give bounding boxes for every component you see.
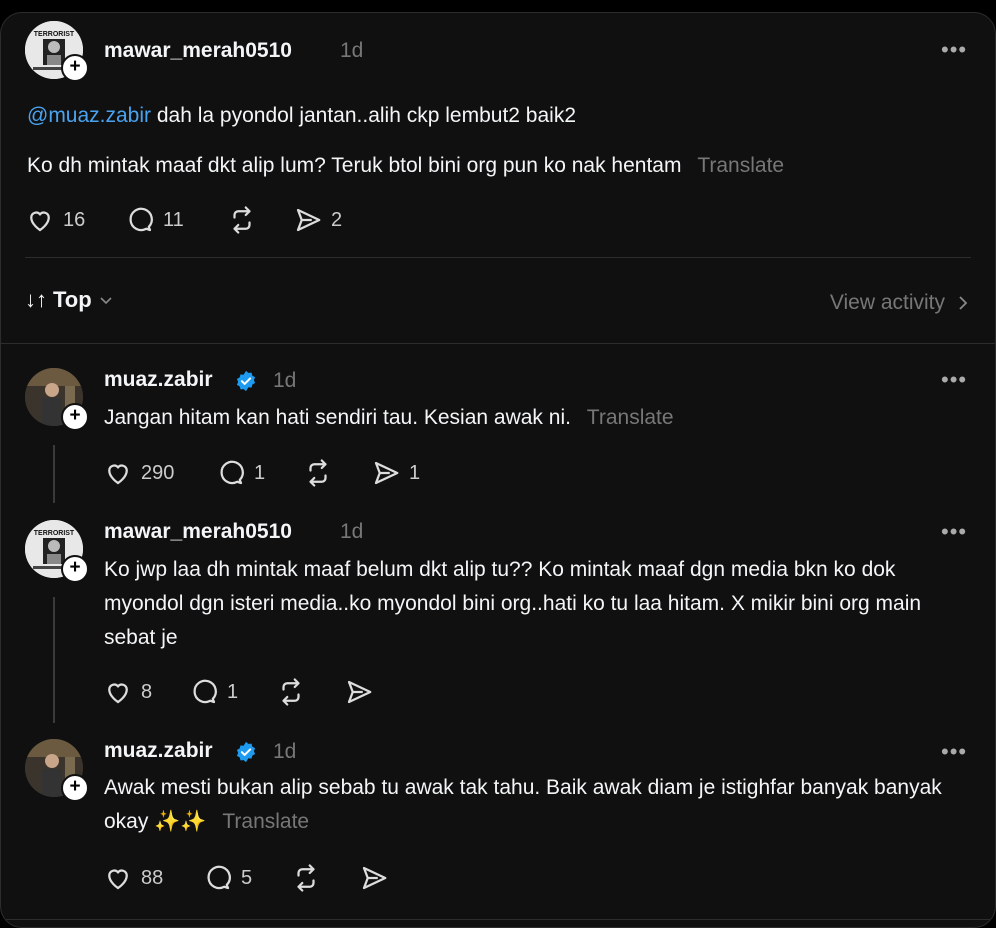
repost-button[interactable] (303, 458, 333, 488)
repost-button[interactable] (227, 205, 257, 235)
like-button[interactable]: 16 (25, 205, 85, 235)
translate-link[interactable]: Translate (222, 810, 309, 833)
share-count: 1 (409, 461, 421, 484)
post-username[interactable]: mawar_merah0510 (104, 39, 292, 63)
reply-username[interactable]: muaz.zabir (104, 368, 213, 392)
verified-badge-icon (236, 741, 256, 763)
reply-time: 1d (340, 520, 364, 543)
reply-body: Ko jwp laa dh mintak maaf belum dkt alip… (104, 558, 922, 649)
send-icon (374, 461, 399, 485)
repost-icon (282, 678, 300, 706)
sort-label: Top (53, 287, 92, 312)
follow-plus-icon[interactable]: + (61, 54, 89, 82)
translate-link[interactable]: Translate (587, 406, 674, 429)
chevron-down-icon (100, 297, 112, 305)
more-options-icon[interactable]: ••• (941, 519, 967, 545)
heart-icon (108, 869, 128, 890)
thread-line (53, 445, 55, 503)
repost-button[interactable] (291, 863, 321, 893)
mention-link[interactable]: @muaz.zabir (27, 104, 151, 127)
comment-icon (207, 865, 231, 890)
view-activity-label: View activity (829, 291, 945, 314)
more-options-icon[interactable]: ••• (941, 37, 967, 63)
reply-text: Ko jwp laa dh mintak maaf belum dkt alip… (104, 553, 964, 655)
like-count: 88 (141, 866, 164, 889)
reply-button[interactable]: 5 (203, 863, 252, 893)
send-icon (296, 208, 321, 232)
reply-time: 1d (273, 740, 297, 763)
like-count: 8 (141, 680, 153, 703)
comment-icon (220, 460, 244, 485)
repost-button[interactable] (276, 677, 306, 707)
avatar-logo-text: TERRORIST (34, 530, 75, 537)
share-button[interactable] (359, 863, 389, 893)
share-button[interactable]: 2 (293, 205, 342, 235)
reply-count: 1 (254, 461, 266, 484)
heart-icon (108, 464, 128, 485)
follow-plus-icon[interactable]: + (61, 403, 89, 431)
send-icon (347, 680, 372, 704)
post-text-1: dah la pyondol jantan..alih ckp lembut2 … (156, 104, 576, 127)
heart-icon (108, 683, 128, 704)
share-button[interactable]: 1 (371, 458, 420, 488)
repost-icon (297, 864, 315, 892)
like-count: 290 (141, 461, 175, 484)
translate-link[interactable]: Translate (697, 154, 784, 177)
repost-icon (233, 206, 251, 234)
like-count: 16 (63, 208, 86, 231)
follow-plus-icon[interactable]: + (61, 555, 89, 583)
view-activity-link[interactable]: View activity (830, 291, 969, 315)
comment-icon (193, 679, 217, 704)
divider (1, 343, 995, 344)
follow-plus-icon[interactable]: + (61, 774, 89, 802)
thread-card: TERRORIST + mawar_merah0510 1d ••• @muaz… (0, 12, 996, 928)
chevron-right-icon (959, 296, 968, 310)
share-button[interactable] (344, 677, 374, 707)
reply-count: 5 (241, 866, 253, 889)
send-icon (362, 866, 387, 890)
reply-button[interactable]: 1 (216, 458, 265, 488)
avatar-logo-text: TERRORIST (34, 31, 75, 38)
repost-icon (309, 459, 327, 487)
reply-time: 1d (273, 369, 297, 392)
reply-count: 1 (227, 680, 239, 703)
more-options-icon[interactable]: ••• (941, 739, 967, 765)
post-text-2: Ko dh mintak maaf dkt alip lum? Teruk bt… (27, 154, 682, 177)
more-options-icon[interactable]: ••• (941, 367, 967, 393)
divider (1, 919, 995, 920)
reply-button[interactable]: 1 (189, 677, 238, 707)
sort-arrows-icon: ↓↑ (25, 287, 47, 312)
reply-username[interactable]: muaz.zabir (104, 739, 213, 763)
reply-body: Jangan hitam kan hati sendiri tau. Kesia… (104, 406, 571, 429)
like-button[interactable]: 290 (103, 458, 174, 488)
post-text-line2: Ko dh mintak maaf dkt alip lum? Teruk bt… (27, 149, 784, 183)
like-button[interactable]: 8 (103, 677, 152, 707)
comment-icon (129, 207, 153, 232)
thread-line (53, 597, 55, 723)
post-text-line1: @muaz.zabir dah la pyondol jantan..alih … (27, 99, 576, 133)
heart-icon (30, 211, 50, 232)
verified-badge-icon (236, 370, 256, 392)
post-time: 1d (340, 39, 364, 62)
reply-button[interactable]: 11 (125, 205, 184, 235)
reply-text: Jangan hitam kan hati sendiri tau. Kesia… (104, 401, 674, 435)
reply-username[interactable]: mawar_merah0510 (104, 520, 292, 544)
divider (25, 257, 971, 258)
reply-text: Awak mesti bukan alip sebab tu awak tak … (104, 771, 964, 839)
share-count: 2 (331, 208, 343, 231)
reply-count: 11 (163, 208, 184, 231)
sort-dropdown[interactable]: ↓↑ Top (25, 287, 114, 313)
like-button[interactable]: 88 (103, 863, 163, 893)
